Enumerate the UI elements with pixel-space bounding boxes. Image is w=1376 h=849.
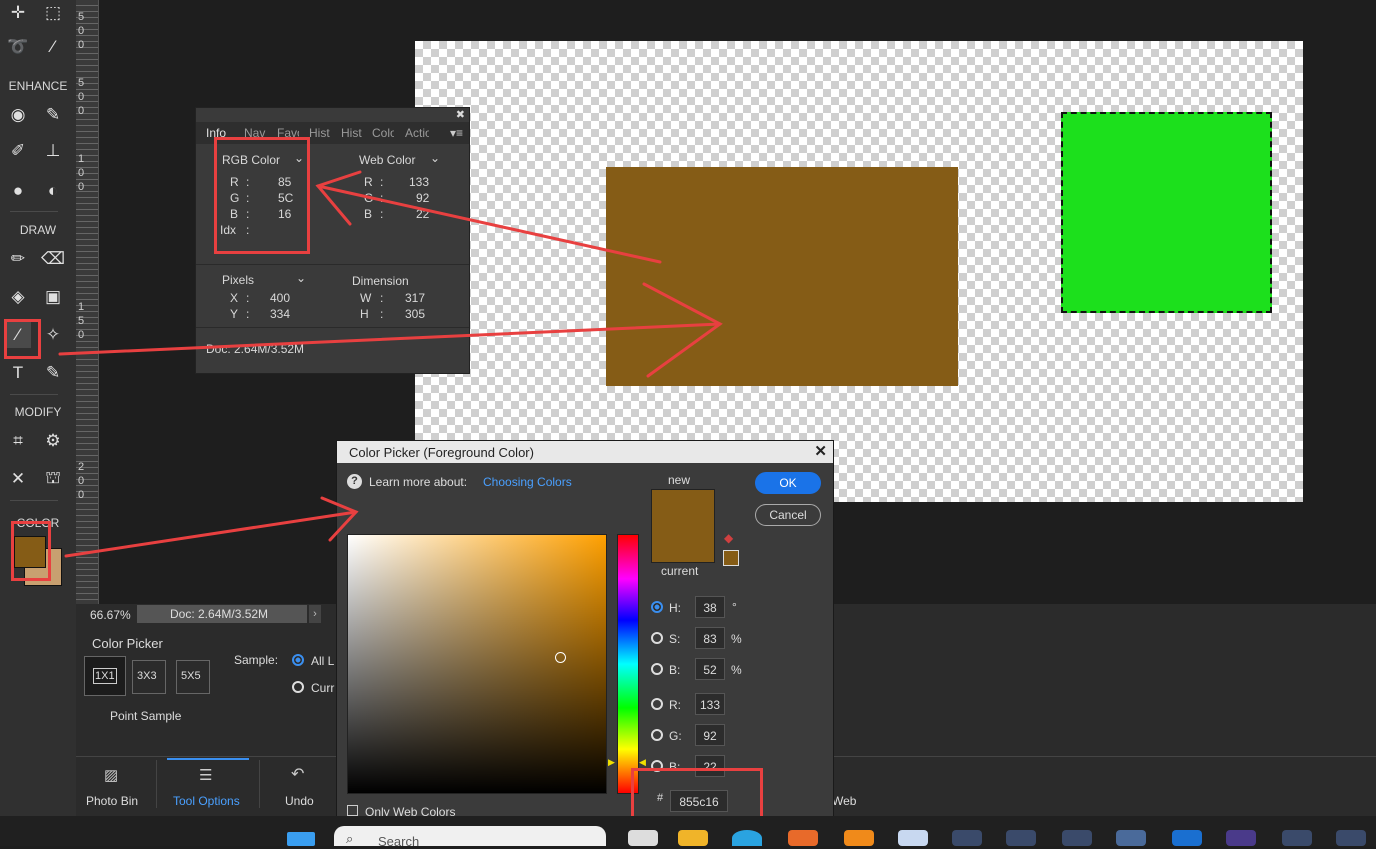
firefox-icon[interactable] [788, 830, 818, 846]
arrow-line [58, 322, 722, 356]
photoshop-elements-icon[interactable] [1062, 830, 1092, 846]
photoshop-elements-icon[interactable] [1336, 830, 1366, 846]
search-placeholder: Search [378, 834, 420, 849]
photoshop-elements-icon[interactable] [1006, 830, 1036, 846]
taskbar-app-icon[interactable] [844, 830, 874, 846]
arrow-line [316, 184, 662, 264]
file-explorer-icon[interactable] [678, 830, 708, 846]
taskbar-search-box[interactable]: ⌕ Search [334, 826, 606, 849]
photoshop-elements-icon[interactable] [952, 830, 982, 846]
premiere-elements-icon[interactable] [1226, 830, 1256, 846]
telegram-icon[interactable] [732, 830, 762, 846]
annotation-arrows [58, 170, 723, 558]
arrow-line [64, 510, 358, 558]
photoshop-elements-icon[interactable] [1282, 830, 1312, 846]
arrow-head [315, 170, 362, 226]
taskbar-app-icon[interactable] [898, 830, 928, 846]
arrow-head [642, 282, 723, 378]
photoshop-elements-icon[interactable] [1116, 830, 1146, 846]
search-icon: ⌕ [346, 831, 354, 846]
windows-start-icon[interactable] [287, 832, 315, 846]
arrow-head [320, 496, 359, 542]
outlook-icon[interactable] [1172, 830, 1202, 846]
taskbar-app-icon[interactable] [628, 830, 658, 846]
